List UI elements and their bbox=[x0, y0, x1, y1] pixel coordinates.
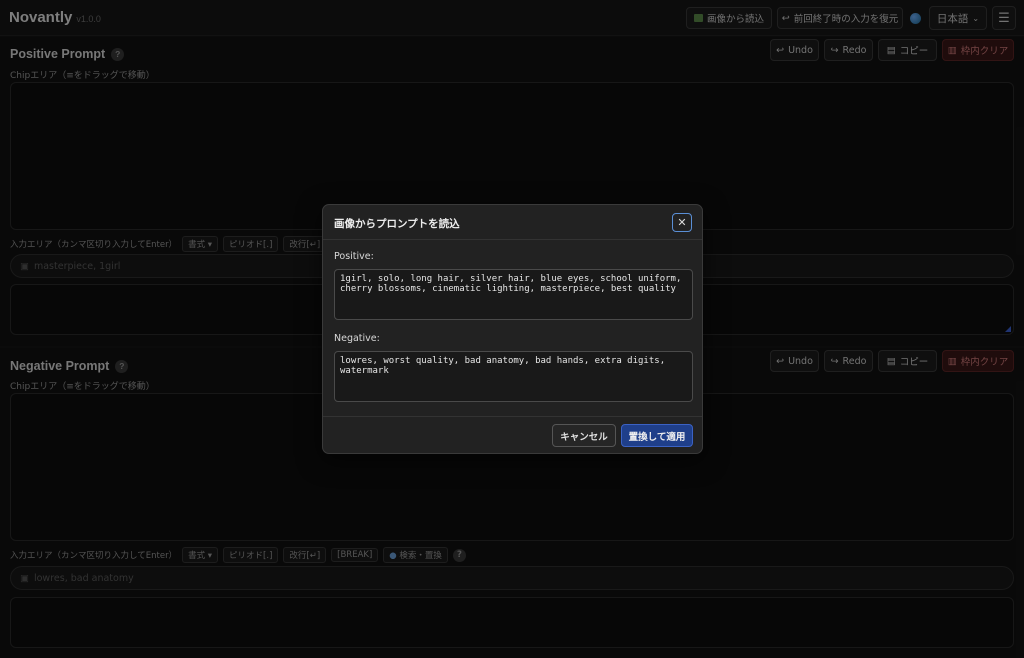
dialog-negative-textarea[interactable]: lowres, worst quality, bad anatomy, bad … bbox=[334, 351, 693, 402]
dialog-header: 画像からプロンプトを読込 ✕ bbox=[323, 205, 702, 240]
close-button[interactable]: ✕ bbox=[672, 213, 692, 232]
app-root: Novantly v1.0.0 画像から読込 ↩ 前回終了時の入力を復元 日本語 … bbox=[0, 0, 1024, 658]
close-icon: ✕ bbox=[677, 216, 687, 229]
dialog-positive-label: Positive: bbox=[334, 251, 374, 262]
load-prompt-dialog: 画像からプロンプトを読込 ✕ Positive: 1girl, solo, lo… bbox=[322, 204, 703, 454]
cancel-button[interactable]: キャンセル bbox=[552, 424, 616, 447]
dialog-title: 画像からプロンプトを読込 bbox=[334, 218, 460, 230]
dialog-footer-divider bbox=[323, 416, 702, 417]
dialog-negative-label: Negative: bbox=[334, 333, 380, 344]
replace-apply-button[interactable]: 置換して適用 bbox=[621, 424, 693, 447]
dialog-positive-textarea[interactable]: 1girl, solo, long hair, silver hair, blu… bbox=[334, 269, 693, 320]
